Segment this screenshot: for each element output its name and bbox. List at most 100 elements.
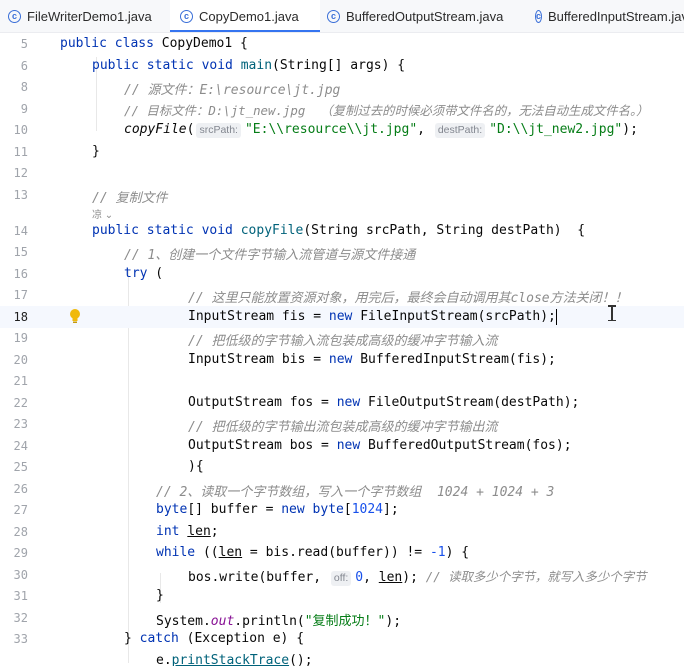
line-number: 11	[13, 145, 28, 159]
tab-bufferedinputstream[interactable]: c BufferedInputStream.java	[535, 0, 684, 32]
parameter-hint: destPath:	[434, 123, 486, 138]
line-number: 18	[13, 310, 28, 324]
code-line[interactable]: 32 System.out.println("复制成功！");	[0, 607, 684, 629]
code-line[interactable]: 24 OutputStream bos = new BufferedOutput…	[0, 435, 684, 457]
code-line[interactable]: 27 byte[] buffer = new byte[1024];	[0, 499, 684, 521]
code-text: OutputStream fos = new FileOutputStream(…	[188, 395, 580, 410]
tab-label: BufferedOutputStream.java	[346, 8, 504, 24]
code-line[interactable]: 13 // 复制文件	[0, 184, 684, 206]
code-line[interactable]: 25 ){	[0, 456, 684, 478]
parameter-hint: off:	[330, 571, 352, 586]
editor-tab-bar: c FileWriterDemo1.java c CopyDemo1.java …	[0, 0, 684, 33]
code-line[interactable]: 14 public static void copyFile(String sr…	[0, 220, 684, 242]
code-line[interactable]: e.printStackTrace();	[0, 650, 684, 666]
line-number: 19	[13, 331, 28, 345]
line-number: 28	[13, 525, 28, 539]
code-text: System.out.println("复制成功！");	[156, 614, 402, 629]
mouse-ibeam-cursor	[607, 305, 617, 321]
code-line[interactable]: 17 // 这里只能放置资源对象，用完后，最终会自动调用其close方法关闭！！	[0, 284, 684, 306]
code-line[interactable]: 29 while ((len = bis.read(buffer)) != -1…	[0, 542, 684, 564]
lightbulb-icon[interactable]	[69, 308, 81, 328]
line-number: 23	[13, 417, 28, 431]
line-number: 13	[13, 188, 28, 202]
code-editor[interactable]: 5 public class CopyDemo1 { 6 public stat…	[0, 33, 684, 666]
current-code-line[interactable]: 18 InputStream fis = new FileInputStream…	[0, 306, 684, 328]
line-number: 20	[13, 353, 28, 367]
code-text: }	[92, 144, 100, 159]
line-number: 29	[13, 546, 28, 560]
line-number: 16	[13, 267, 28, 281]
line-number: 31	[13, 589, 28, 603]
code-text: byte[] buffer = new byte[1024];	[156, 502, 399, 517]
author-hint[interactable]: 凉 ⌄	[92, 206, 113, 221]
line-number: 24	[13, 439, 28, 453]
tab-copydemo1[interactable]: c CopyDemo1.java	[170, 0, 320, 32]
line-number: 27	[13, 503, 28, 517]
tab-label: CopyDemo1.java	[199, 8, 299, 24]
line-number: 26	[13, 482, 28, 496]
java-class-icon: c	[535, 9, 543, 23]
code-text: }	[156, 588, 164, 603]
tab-label: FileWriterDemo1.java	[27, 8, 152, 24]
comment: // 源文件：E:\resource\jt.jpg	[124, 83, 341, 98]
code-text: copyFile(srcPath: "E:\\resource\\jt.jpg",…	[124, 122, 638, 138]
java-class-icon: c	[8, 9, 21, 23]
code-line[interactable]: 6 public static void main(String[] args)…	[0, 55, 684, 77]
code-text: try (	[124, 266, 164, 281]
comment: // 目标文件：D:\jt_new.jpg （复制过去的时候必须带文件名的，无法…	[124, 103, 649, 118]
line-number: 17	[13, 288, 28, 302]
code-text: e.printStackTrace();	[156, 653, 313, 666]
code-line[interactable]: 19 // 把低级的字节输入流包装成高级的缓冲字节输入流	[0, 327, 684, 349]
line-number: 9	[20, 102, 28, 116]
code-text: public class CopyDemo1 {	[60, 36, 248, 51]
code-line[interactable]: 23 // 把低级的字节输出流包装成高级的缓冲字节输出流	[0, 413, 684, 435]
tab-label: BufferedInputStream.java	[548, 8, 684, 24]
line-number: 10	[13, 123, 28, 137]
line-number: 8	[20, 80, 28, 94]
line-number: 21	[13, 374, 28, 388]
line-number: 6	[20, 59, 28, 73]
java-class-icon: c	[327, 9, 340, 23]
code-text: while ((len = bis.read(buffer)) != -1) {	[156, 545, 470, 560]
line-number: 12	[13, 166, 28, 180]
code-line[interactable]: 31 }	[0, 585, 684, 607]
code-line[interactable]: 5 public class CopyDemo1 {	[0, 33, 684, 55]
line-number: 5	[20, 37, 28, 51]
code-text: InputStream fis = new FileInputStream(sr…	[188, 309, 556, 324]
tab-bufferedoutputstream[interactable]: c BufferedOutputStream.java	[327, 0, 527, 32]
line-number: 14	[13, 224, 28, 238]
code-text: } catch (Exception e) {	[124, 631, 305, 646]
code-line[interactable]: 30 bos.write(buffer, off: 0, len); // 读取多…	[0, 564, 684, 586]
line-number: 25	[13, 460, 28, 474]
line-number: 22	[13, 396, 28, 410]
code-text: public static void copyFile(String srcPa…	[92, 223, 586, 238]
line-number: 33	[13, 632, 28, 646]
code-text: public static void main(String[] args) {	[92, 58, 406, 73]
code-line[interactable]: 9 // 目标文件：D:\jt_new.jpg （复制过去的时候必须带文件名的，…	[0, 98, 684, 120]
comment: // 1、创建一个文件字节输入流管道与源文件接通	[124, 248, 416, 263]
java-class-icon: c	[180, 9, 193, 23]
code-line[interactable]: 21	[0, 370, 684, 392]
code-line[interactable]: 11 }	[0, 141, 684, 163]
code-line[interactable]: 15 // 1、创建一个文件字节输入流管道与源文件接通	[0, 241, 684, 263]
line-number: 30	[13, 568, 28, 582]
comment: // 复制文件	[92, 191, 168, 206]
code-line[interactable]: 8 // 源文件：E:\resource\jt.jpg	[0, 76, 684, 98]
code-line[interactable]: 16 try (	[0, 263, 684, 285]
comment: // 把低级的字节输入流包装成高级的缓冲字节输入流	[188, 334, 498, 349]
code-line[interactable]: 28 int len;	[0, 521, 684, 543]
code-line[interactable]: 20 InputStream bis = new BufferedInputSt…	[0, 349, 684, 371]
code-line[interactable]: 26 // 2、读取一个字节数组，写入一个字节数组 1024 + 1024 + …	[0, 478, 684, 500]
code-text: ){	[188, 459, 204, 474]
code-line[interactable]: 22 OutputStream fos = new FileOutputStre…	[0, 392, 684, 414]
active-tab-indicator	[170, 30, 320, 32]
tab-filewriterdemo1[interactable]: c FileWriterDemo1.java	[8, 0, 168, 32]
code-line[interactable]: 12	[0, 162, 684, 184]
comment: // 把低级的字节输出流包装成高级的缓冲字节输出流	[188, 420, 498, 435]
code-line[interactable]: 10 copyFile(srcPath: "E:\\resource\\jt.jp…	[0, 119, 684, 141]
line-number: 32	[13, 611, 28, 625]
code-line[interactable]: 33 } catch (Exception e) {	[0, 628, 684, 650]
code-text: OutputStream bos = new BufferedOutputStr…	[188, 438, 572, 453]
code-text: InputStream bis = new BufferedInputStrea…	[188, 352, 556, 367]
comment: // 这里只能放置资源对象，用完后，最终会自动调用其close方法关闭！！	[188, 291, 628, 306]
